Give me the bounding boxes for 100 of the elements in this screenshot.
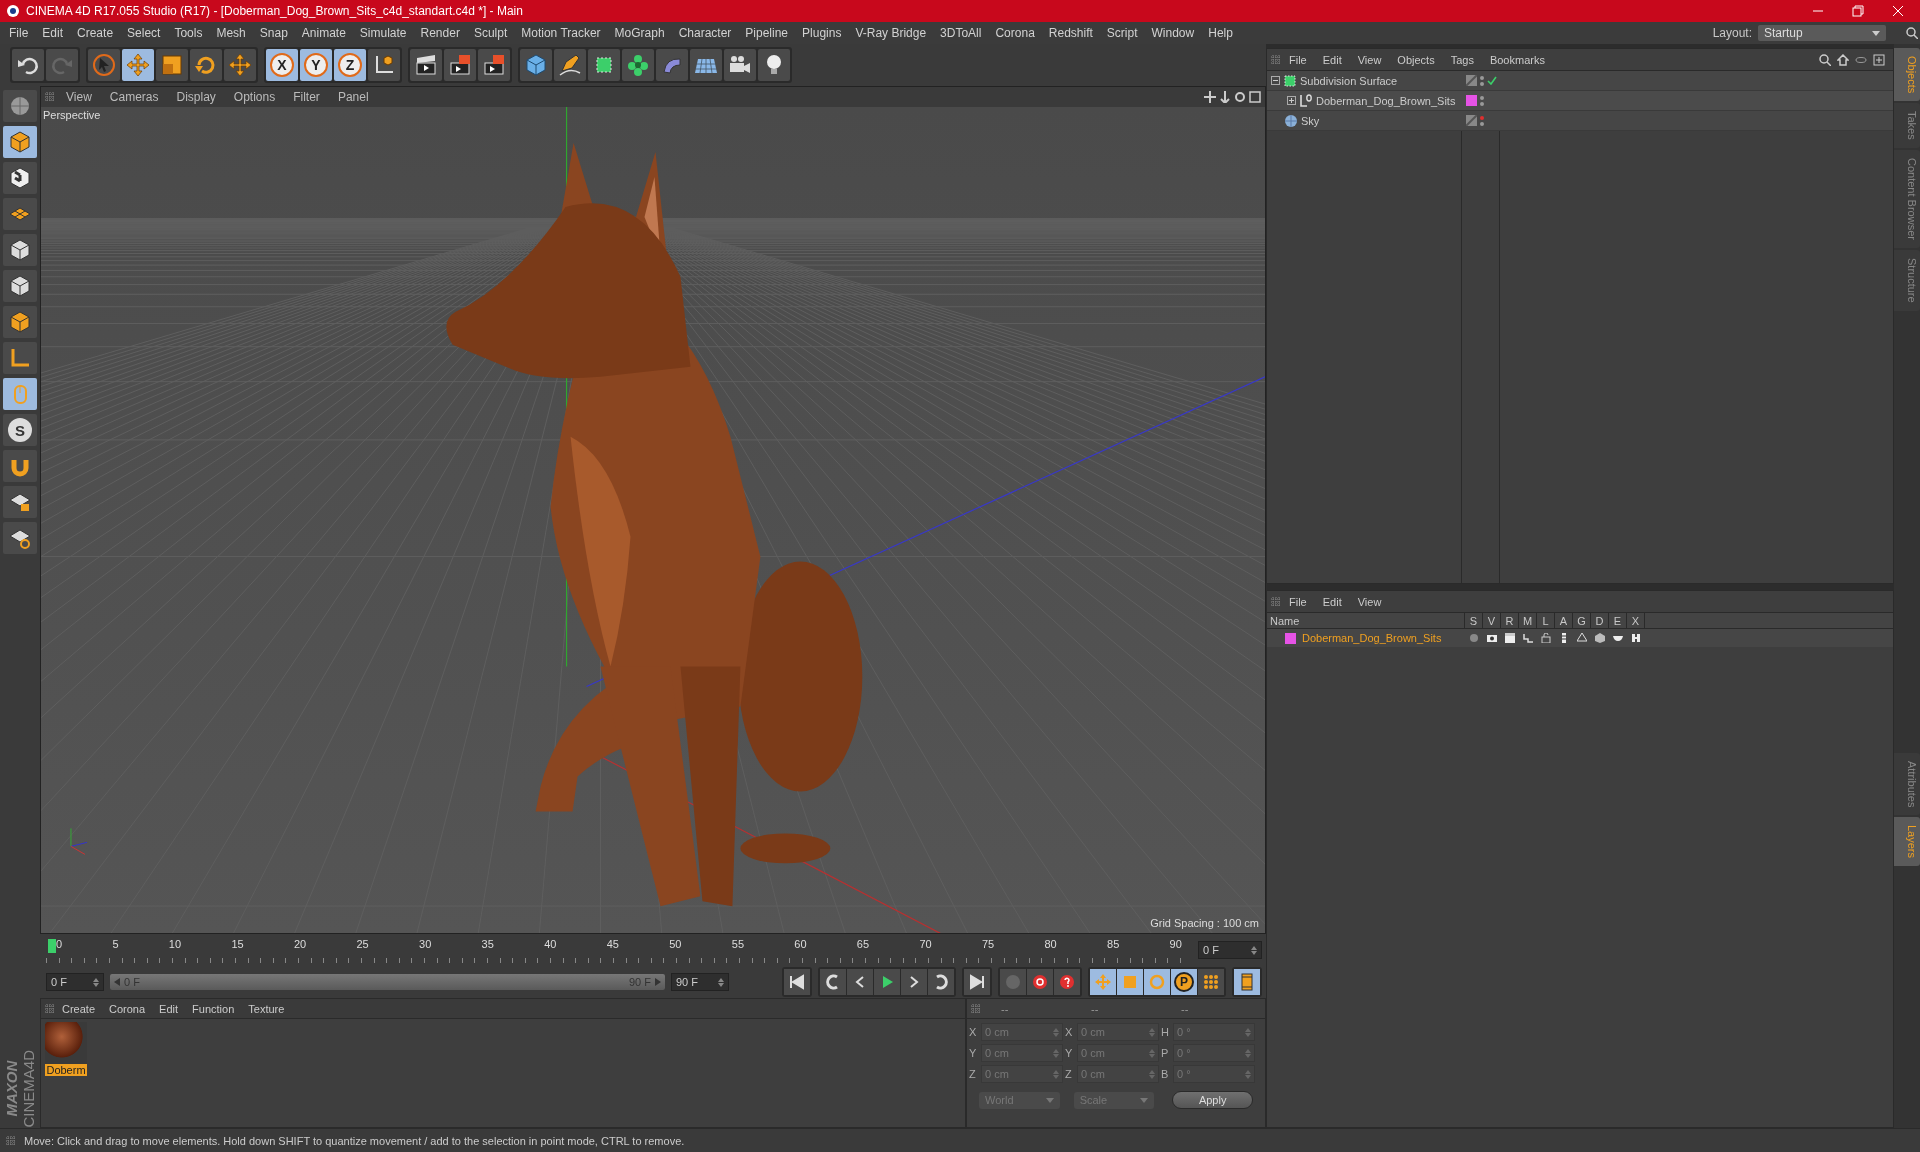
layout-dropdown[interactable]: Startup [1758,25,1886,41]
menu-item[interactable]: Create [70,26,121,40]
search-icon[interactable] [1819,53,1831,66]
object-name[interactable]: Subdivision Surface [1300,74,1398,87]
model-mode-button[interactable] [3,126,37,158]
menu-item[interactable]: Motion Tracker [514,26,608,40]
eye-icon[interactable] [1487,633,1497,643]
move-tool-button[interactable] [122,49,154,81]
maximize-view-icon[interactable] [1249,91,1261,103]
point-key-button[interactable]: P [1171,969,1197,995]
record-button[interactable] [1027,969,1053,995]
menu-item[interactable]: Corona [988,26,1042,40]
menu-item[interactable]: Simulate [352,26,414,40]
layer-name[interactable]: Doberman_Dog_Brown_Sits [1302,632,1442,644]
menu-item[interactable]: File [1281,53,1315,66]
maximize-icon[interactable] [1852,5,1864,17]
menu-item[interactable]: Options [226,90,283,104]
grip-icon[interactable] [971,1003,981,1014]
layer-color-swatch[interactable] [1285,632,1296,644]
lock-workplane-button[interactable] [3,486,37,518]
menu-item[interactable]: Script [1099,26,1145,40]
menu-item[interactable]: Help [1201,26,1240,40]
magnet-button[interactable] [3,450,37,482]
axis-lock-button[interactable]: Z [334,49,366,81]
end-frame-field[interactable]: 90 F [671,973,729,991]
menu-item[interactable]: Mesh [209,26,253,40]
menu-item[interactable]: Render [413,26,467,40]
parameter-key-button[interactable] [1198,969,1224,995]
previous-key-button[interactable] [820,969,846,995]
tower-icon[interactable] [1631,633,1641,643]
render-settings-button[interactable] [478,49,510,81]
menu-item[interactable]: Select [120,26,168,40]
menu-item[interactable]: Edit [152,1002,186,1015]
new-window-icon[interactable] [1873,53,1885,66]
points-mode-button[interactable] [3,234,37,266]
menu-item[interactable]: Panel [330,90,376,104]
rotate-icon[interactable] [1234,91,1246,103]
search-icon[interactable] [1906,27,1918,39]
menu-item[interactable]: Redshift [1041,26,1100,40]
spline-pen-button[interactable] [554,49,586,81]
next-frame-button[interactable] [901,969,927,995]
editor-visibility-dot[interactable] [1480,75,1484,80]
axis-lock-button[interactable]: Y [300,49,332,81]
pyramid-icon[interactable] [1577,633,1587,643]
next-key-button[interactable] [928,969,954,995]
lock-icon[interactable] [1541,633,1551,643]
menu-item[interactable]: File [2,26,36,40]
cube-button[interactable] [520,49,552,81]
cloner-button[interactable] [622,49,654,81]
menu-item[interactable]: Edit [1314,595,1350,608]
menu-item[interactable]: Character [671,26,739,40]
menu-item[interactable]: View [1349,595,1390,608]
expand-icon[interactable] [1287,96,1296,105]
select-tool-button[interactable] [88,49,120,81]
material-name[interactable]: Doberm [45,1064,87,1076]
zoom-icon[interactable] [1219,91,1231,103]
current-frame-field[interactable]: 0 F [1198,941,1262,959]
menu-item[interactable]: Cameras [102,90,166,104]
menu-item[interactable]: Snap [252,26,295,40]
menu-item[interactable]: Edit [35,26,71,40]
home-icon[interactable] [1837,53,1849,66]
menu-item[interactable]: Window [1144,26,1202,40]
texture-mode-button[interactable] [3,162,37,194]
menu-item[interactable]: File [1281,595,1315,608]
menu-item[interactable]: Texture [241,1002,292,1015]
deformer-button[interactable] [656,49,688,81]
menu-item[interactable]: Sculpt [466,26,515,40]
hierarchy-icon[interactable] [1523,633,1533,643]
menu-item[interactable]: 3DToAll [933,26,989,40]
menu-item[interactable]: View [1349,53,1390,66]
render-visibility-dot[interactable] [1480,101,1484,106]
pan-icon[interactable] [1204,91,1216,103]
editor-visibility-dot[interactable] [1480,115,1484,120]
subdivision-button[interactable] [588,49,620,81]
grip-icon[interactable] [1271,596,1281,607]
menu-item[interactable]: Function [185,1002,242,1015]
menu-item[interactable]: Display [169,90,223,104]
film-strip-icon[interactable] [1559,633,1569,643]
transform-tool-button[interactable] [224,49,256,81]
undo-button[interactable] [12,49,44,81]
camera-button[interactable] [724,49,756,81]
menu-item[interactable]: Pipeline [738,26,796,40]
menu-item[interactable]: Bookmarks [1481,53,1553,66]
grip-icon[interactable] [45,1003,55,1014]
editor-visibility-dot[interactable] [1480,95,1484,100]
menu-item[interactable]: Animate [294,26,353,40]
axis-lock-button[interactable]: X [266,49,298,81]
object-name[interactable]: Sky [1301,114,1320,127]
menu-item[interactable]: Edit [1314,53,1350,66]
menu-item[interactable]: Filter [286,90,327,104]
polygons-mode-button[interactable] [3,306,37,338]
apply-button[interactable]: Apply [1172,1091,1253,1109]
menu-item[interactable]: MoGraph [607,26,672,40]
grip-icon[interactable] [45,92,55,102]
menu-item[interactable]: View [59,90,99,104]
render-picture-button[interactable] [444,49,476,81]
checkmark-icon[interactable] [1487,76,1497,85]
workplane-button[interactable] [3,198,37,230]
object-name[interactable]: Doberman_Dog_Brown_Sits [1316,94,1456,107]
material-swatch[interactable] [45,1022,87,1064]
